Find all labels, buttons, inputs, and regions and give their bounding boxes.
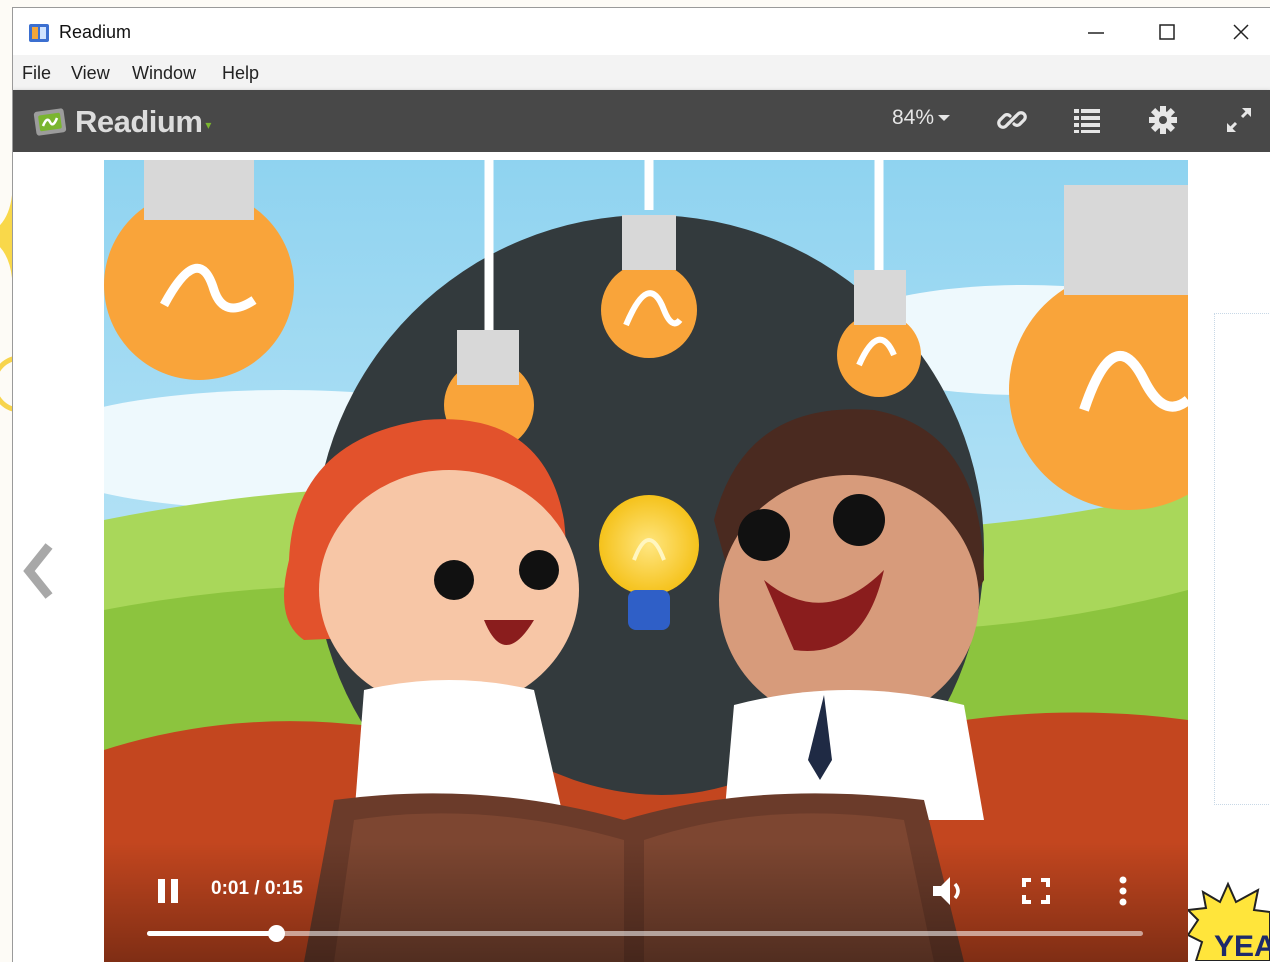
minimize-button[interactable] — [1066, 15, 1126, 49]
zoom-level: 84% — [892, 106, 935, 129]
title-bar: Readium — [13, 8, 1270, 55]
window-title: Readium — [59, 22, 132, 42]
fullscreen-icon[interactable] — [1223, 104, 1255, 136]
brand-caret-icon: ▾ — [205, 118, 212, 132]
brand-name: Readium — [75, 104, 203, 139]
reader-toolbar: Readium ▾ 84% — [13, 90, 1270, 152]
reader-content: 0:01 / 0:15 — [13, 152, 1270, 962]
video-progress-bar[interactable] — [147, 925, 1143, 942]
menu-bar: File View Window Help — [13, 55, 1270, 90]
link-icon[interactable] — [996, 104, 1028, 136]
maximize-button[interactable] — [1137, 15, 1197, 49]
yea-sticker-text: YEA — [1214, 930, 1270, 961]
close-button[interactable] — [1211, 15, 1270, 49]
minimize-icon — [1088, 32, 1104, 34]
close-icon — [1233, 24, 1249, 40]
menu-help[interactable]: Help — [222, 63, 259, 84]
yea-sticker-decoration: YEA — [1188, 880, 1270, 961]
app-window: Readium File View Window Help Readium ▾ … — [12, 7, 1270, 962]
video-progress-knob[interactable] — [268, 925, 286, 942]
readium-logo-icon — [33, 108, 67, 136]
maximize-icon — [1159, 24, 1175, 40]
zoom-dropdown[interactable]: 84% — [892, 106, 951, 130]
fullscreen-icon[interactable] — [1018, 874, 1054, 908]
video-player[interactable]: 0:01 / 0:15 — [104, 160, 1188, 962]
menu-view[interactable]: View — [71, 63, 110, 84]
video-time: 0:01 / 0:15 — [211, 878, 303, 899]
gear-icon[interactable] — [1147, 104, 1179, 136]
menu-file[interactable]: File — [22, 63, 51, 84]
volume-icon[interactable] — [930, 874, 966, 908]
video-progress-fill — [147, 931, 277, 936]
next-page-preview — [1214, 313, 1270, 805]
brand-logo[interactable]: Readium ▾ — [33, 104, 211, 140]
chevron-left-icon[interactable] — [19, 540, 59, 602]
more-vert-icon[interactable] — [1105, 874, 1141, 908]
video-controls: 0:01 / 0:15 — [104, 842, 1188, 962]
pause-icon[interactable] — [156, 878, 180, 904]
list-icon[interactable] — [1071, 104, 1103, 136]
menu-window[interactable]: Window — [132, 63, 196, 84]
caret-down-icon — [938, 115, 951, 121]
readium-app-icon — [29, 24, 49, 42]
